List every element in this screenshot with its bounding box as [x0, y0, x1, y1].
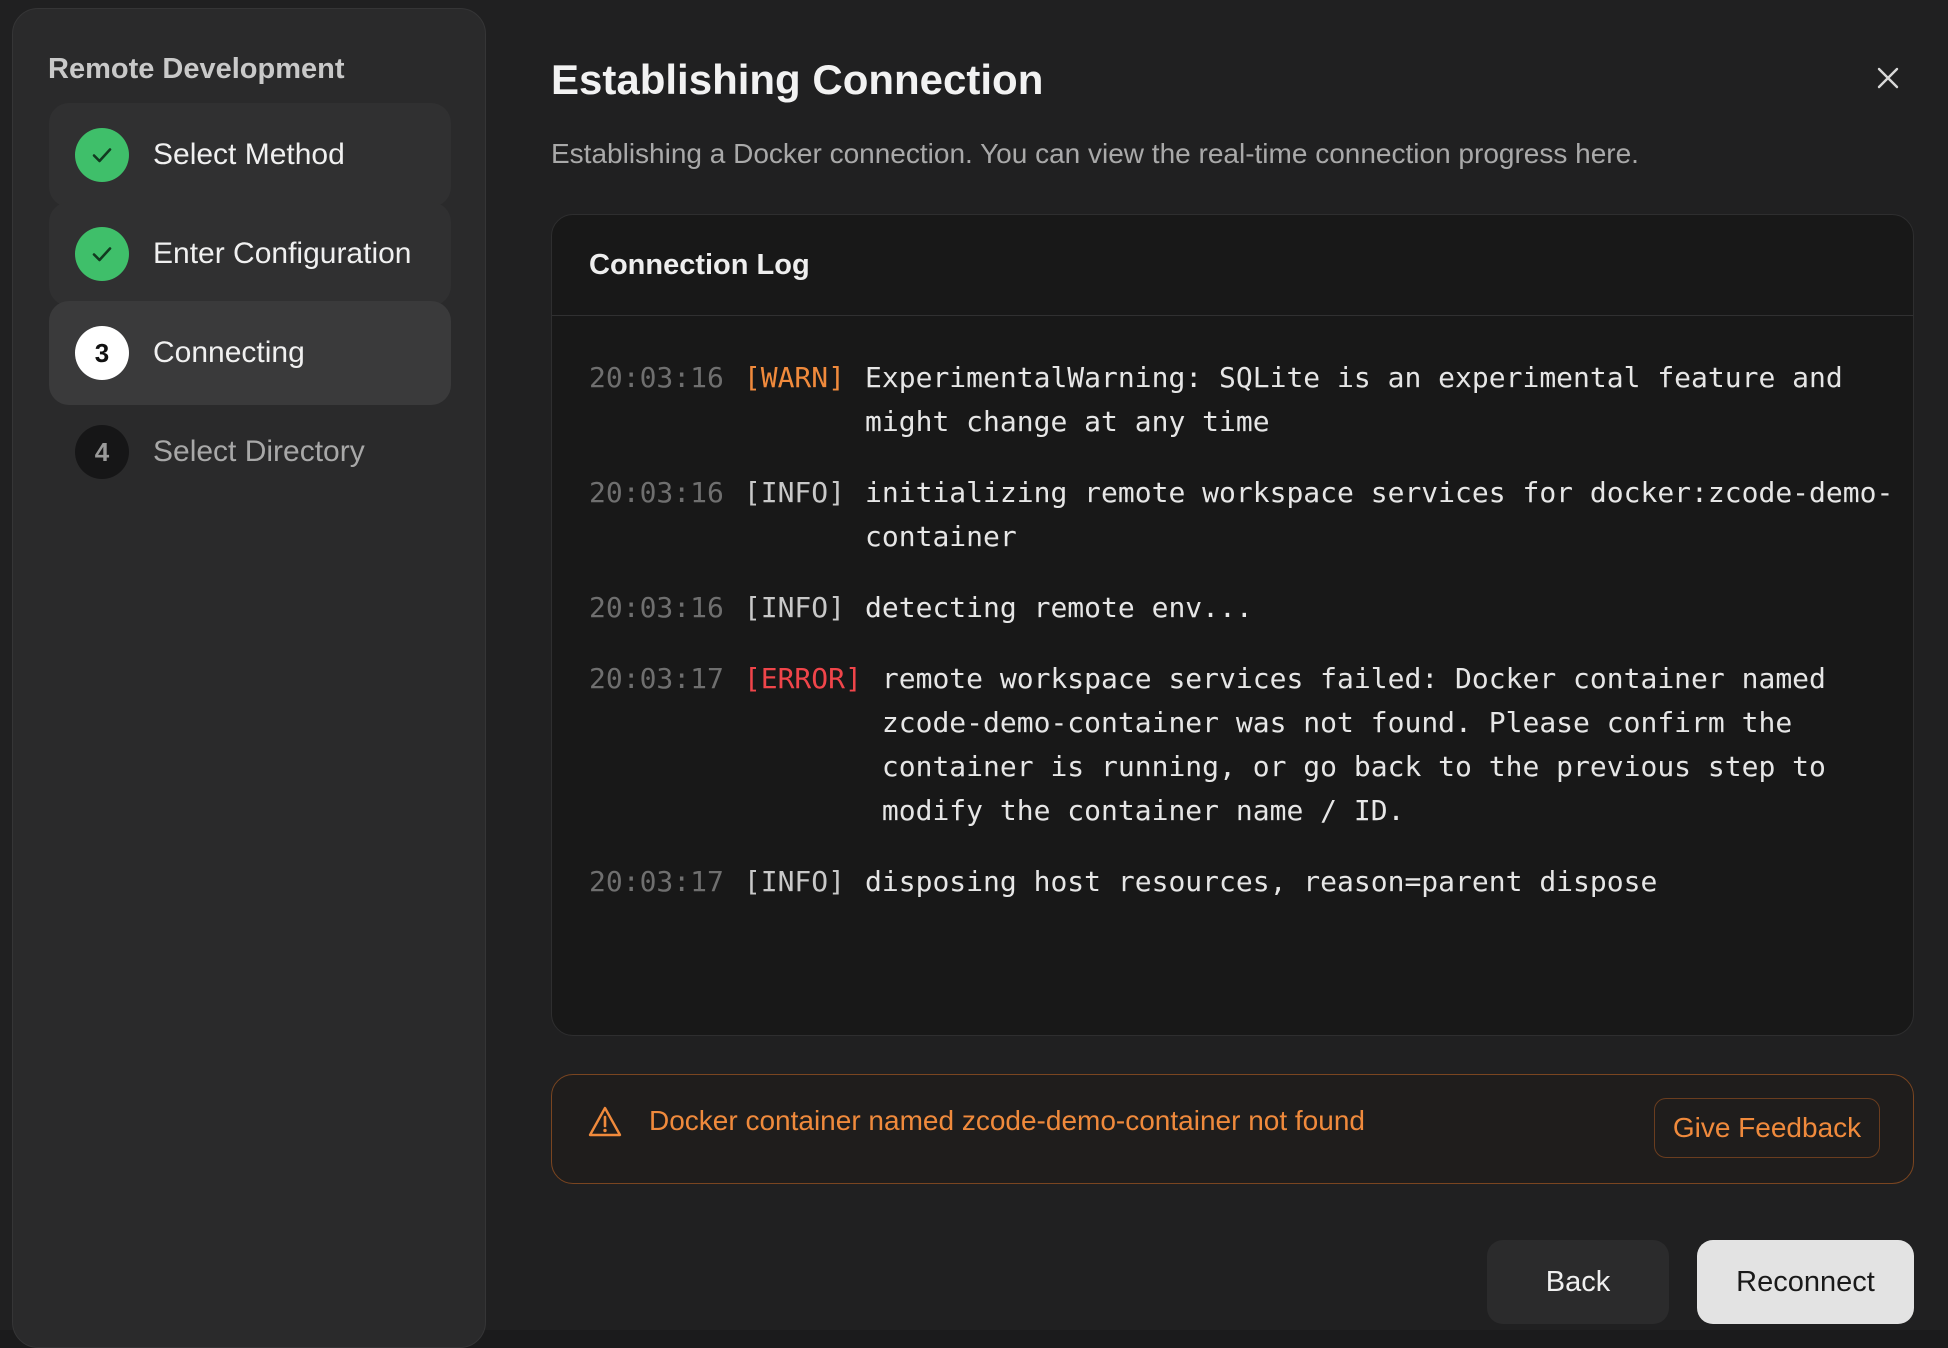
- back-button[interactable]: Back: [1487, 1240, 1669, 1324]
- log-entry: 20:03:17 [ERROR] remote workspace servic…: [589, 657, 1913, 833]
- log-entry: 20:03:16 [WARN] ExperimentalWarning: SQL…: [589, 356, 1913, 444]
- log-timestamp: 20:03:16: [589, 591, 724, 624]
- step-label: Select Directory: [153, 435, 365, 468]
- log-timestamp: 20:03:17: [589, 865, 724, 898]
- sidebar-title: Remote Development: [48, 53, 345, 85]
- log-entry: 20:03:16 [INFO] initializing remote work…: [589, 471, 1913, 559]
- dialog-title: Establishing Connection: [551, 56, 1044, 103]
- close-icon: [1877, 67, 1899, 89]
- log-message: remote workspace services failed: Docker…: [881, 662, 1826, 827]
- log-level-info: [INFO]: [743, 591, 846, 624]
- sidebar: Remote Development Select Method Enter C…: [12, 8, 486, 1348]
- connection-log-panel[interactable]: Connection Log 20:03:16 [WARN] Experimen…: [551, 214, 1914, 1036]
- log-body: 20:03:16 [WARN] ExperimentalWarning: SQL…: [552, 316, 1913, 904]
- close-button[interactable]: [1870, 60, 1906, 96]
- log-entry: 20:03:17 [INFO] disposing host resources…: [589, 860, 1913, 904]
- check-icon: [75, 128, 129, 182]
- check-icon: [75, 227, 129, 281]
- log-level-info: [INFO]: [743, 476, 846, 509]
- log-message: ExperimentalWarning: SQLite is an experi…: [865, 361, 1843, 438]
- log-entry: 20:03:16 [INFO] detecting remote env...: [589, 586, 1913, 630]
- step-label: Enter Configuration: [153, 237, 412, 270]
- alert-message: Docker container named zcode-demo-contai…: [649, 1105, 1365, 1136]
- step-number-badge: 4: [75, 425, 129, 479]
- step-label: Select Method: [153, 138, 345, 171]
- dialog-subtitle: Establishing a Docker connection. You ca…: [551, 138, 1639, 169]
- log-title: Connection Log: [552, 215, 1913, 316]
- step-connecting[interactable]: 3 Connecting: [49, 301, 451, 405]
- log-message: disposing host resources, reason=parent …: [865, 865, 1658, 898]
- give-feedback-button[interactable]: Give Feedback: [1654, 1098, 1880, 1158]
- error-alert: Docker container named zcode-demo-contai…: [551, 1074, 1914, 1184]
- log-timestamp: 20:03:17: [589, 662, 724, 695]
- log-level-error: [ERROR]: [743, 662, 862, 695]
- step-enter-configuration[interactable]: Enter Configuration: [49, 202, 451, 306]
- log-level-warn: [WARN]: [743, 361, 846, 394]
- step-select-directory[interactable]: 4 Select Directory: [49, 400, 451, 504]
- step-label: Connecting: [153, 336, 305, 369]
- warning-icon: [588, 1106, 622, 1137]
- remote-development-dialog: Remote Development Select Method Enter C…: [0, 0, 1948, 1348]
- log-timestamp: 20:03:16: [589, 361, 724, 394]
- step-select-method[interactable]: Select Method: [49, 103, 451, 207]
- step-number-badge: 3: [75, 326, 129, 380]
- log-timestamp: 20:03:16: [589, 476, 724, 509]
- log-level-info: [INFO]: [743, 865, 846, 898]
- reconnect-button[interactable]: Reconnect: [1697, 1240, 1914, 1324]
- log-message: initializing remote workspace services f…: [865, 476, 1894, 553]
- log-message: detecting remote env...: [865, 591, 1253, 624]
